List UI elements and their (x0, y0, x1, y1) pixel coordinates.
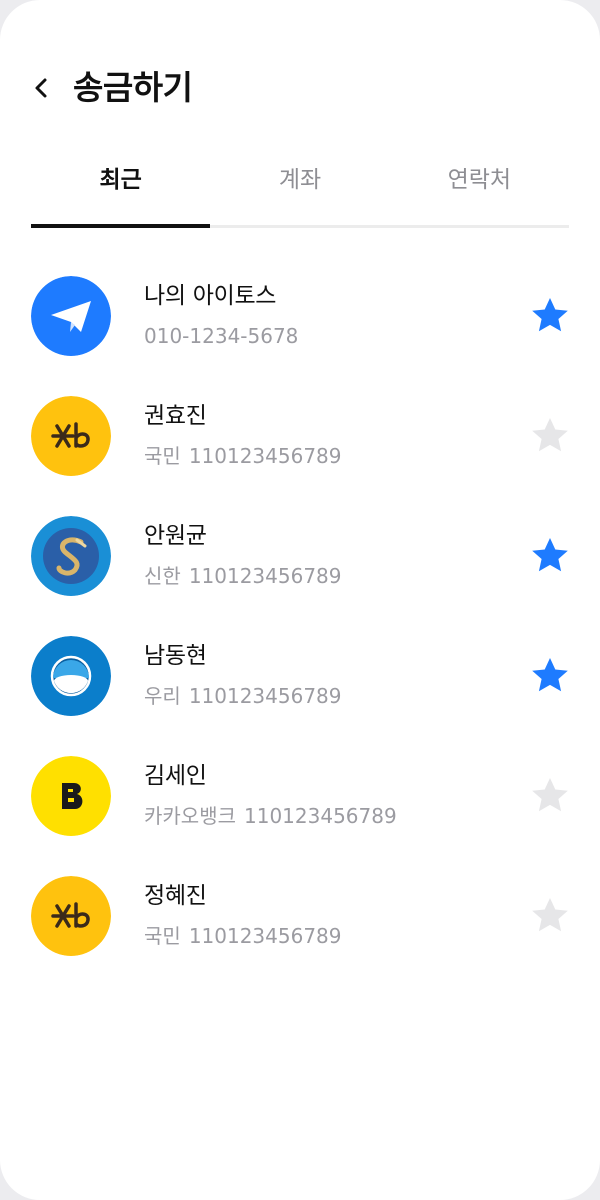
kb-bank-logo-icon (31, 396, 111, 476)
recipient-name: 정혜진 (144, 883, 207, 909)
account-number: 110123456789 (188, 924, 342, 948)
recipient-name: 김세인 (144, 763, 207, 789)
back-button[interactable] (22, 68, 62, 108)
list-item[interactable]: 김세인 카카오뱅크 110123456789 (0, 736, 600, 856)
list-item[interactable]: 권효진 국민 110123456789 (0, 376, 600, 496)
star-icon[interactable] (530, 536, 570, 576)
star-icon[interactable] (530, 896, 570, 936)
avatar (31, 396, 111, 476)
bank-name: 카카오뱅크 (144, 804, 236, 828)
recipient-list: 나의 아이토스 010-1234-5678 권효진 국민 110123456789 (0, 256, 600, 976)
page-title: 송금하기 (73, 68, 193, 107)
star-icon[interactable] (530, 656, 570, 696)
bank-name: 국민 (144, 924, 181, 948)
recipient-account: 010-1234-5678 (144, 322, 298, 350)
bank-name: 국민 (144, 444, 181, 468)
paper-plane-icon (31, 276, 111, 356)
avatar (31, 876, 111, 956)
bank-name: 신한 (144, 564, 181, 588)
recipient-account: 우리 110123456789 (144, 682, 342, 710)
account-number: 110123456789 (188, 684, 342, 708)
tab-account[interactable]: 계좌 (210, 152, 389, 225)
star-icon[interactable] (530, 416, 570, 456)
woori-bank-logo-icon (31, 636, 111, 716)
recipient-name: 안원균 (144, 523, 207, 549)
tab-recent[interactable]: 최근 (31, 152, 211, 228)
tab-contacts[interactable]: 연락처 (390, 152, 569, 225)
recipient-account: 국민 110123456789 (144, 922, 342, 950)
kakaobank-logo-icon (31, 756, 111, 836)
account-number: 110123456789 (188, 444, 342, 468)
recipient-account: 카카오뱅크 110123456789 (144, 802, 397, 830)
account-number: 110123456789 (188, 564, 342, 588)
avatar (31, 636, 111, 716)
recipient-account: 신한 110123456789 (144, 562, 342, 590)
chevron-left-icon (35, 78, 47, 98)
star-icon[interactable] (530, 296, 570, 336)
header: 송금하기 (0, 58, 600, 118)
list-item[interactable]: 안원균 신한 110123456789 (0, 496, 600, 616)
bank-name: 우리 (144, 684, 181, 708)
recipient-account: 국민 110123456789 (144, 442, 342, 470)
recipient-name: 남동현 (144, 643, 207, 669)
list-item[interactable]: 나의 아이토스 010-1234-5678 (0, 256, 600, 376)
tab-bar: 최근 계좌 연락처 (31, 152, 569, 228)
transfer-screen: 송금하기 최근 계좌 연락처 나의 아이토스 010-1234-5678 권효진… (0, 0, 600, 1200)
shinhan-bank-logo-icon (31, 516, 111, 596)
list-item[interactable]: 정혜진 국민 110123456789 (0, 856, 600, 976)
star-icon[interactable] (530, 776, 570, 816)
avatar (31, 516, 111, 596)
kb-bank-logo-icon (31, 876, 111, 956)
recipient-name: 나의 아이토스 (144, 283, 277, 309)
list-item[interactable]: 남동현 우리 110123456789 (0, 616, 600, 736)
recipient-name: 권효진 (144, 403, 207, 429)
avatar (31, 756, 111, 836)
account-number: 110123456789 (244, 804, 397, 828)
account-number: 010-1234-5678 (144, 324, 299, 348)
avatar (31, 276, 111, 356)
